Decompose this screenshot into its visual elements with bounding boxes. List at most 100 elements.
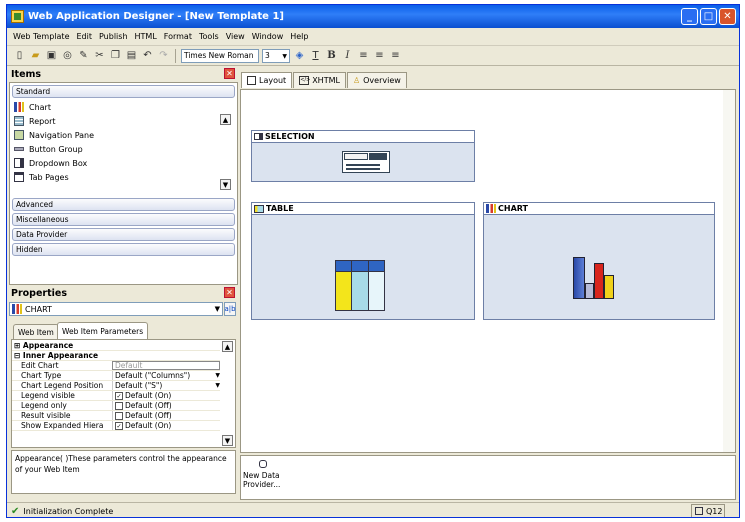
tab-pages-icon	[14, 172, 24, 182]
group-data-provider[interactable]: Data Provider	[12, 228, 235, 241]
table-widget[interactable]: TABLE	[251, 202, 475, 320]
chart-preview-icon	[569, 253, 619, 303]
open-icon[interactable]: ▰	[29, 49, 42, 62]
table-widget-label: TABLE	[266, 204, 294, 213]
tab-web-item-parameters[interactable]: Web Item Parameters	[57, 322, 149, 339]
chart-type-select[interactable]: Default ("Columns") ▼	[112, 371, 220, 380]
tab-layout[interactable]: Layout	[241, 72, 293, 88]
item-tab-pages[interactable]: Tab Pages	[14, 170, 69, 184]
edit-chart-field[interactable]: Default	[112, 361, 220, 370]
param-key: Chart Legend Position	[21, 381, 104, 390]
tab-overview[interactable]: ♙ Overview	[346, 72, 407, 88]
tab-xhtml[interactable]: </> XHTML	[293, 72, 346, 88]
overview-icon: ♙	[352, 76, 361, 85]
group-hidden-label: Hidden	[16, 245, 43, 254]
tools-icon[interactable]: ✎	[77, 49, 90, 62]
layout-canvas[interactable]: SELECTION TABLE CHART	[240, 89, 736, 453]
item-report[interactable]: Report	[14, 114, 56, 128]
section-inner-appearance-label: ⊟ Inner Appearance	[14, 351, 99, 360]
publish-icon[interactable]: ◎	[61, 49, 74, 62]
menu-view[interactable]: View	[226, 32, 245, 41]
dropdown-box-icon	[14, 158, 24, 168]
data-provider-icon	[259, 460, 267, 468]
legend-only-checkbox[interactable]	[115, 401, 123, 410]
font-size-value: 3	[265, 51, 270, 60]
legend-visible-checkbox[interactable]: ✓	[115, 391, 123, 400]
section-appearance-text: Appearance	[22, 341, 74, 350]
close-icon[interactable]: ✕	[224, 68, 235, 79]
tab-web-item[interactable]: Web Item	[13, 324, 59, 339]
result-visible-checkbox[interactable]	[115, 411, 123, 420]
item-button-group-label: Button Group	[29, 144, 83, 154]
menu-tools[interactable]: Tools	[199, 32, 219, 41]
item-navigation-pane-label: Navigation Pane	[29, 130, 95, 140]
table-widget-header: TABLE	[252, 203, 474, 215]
param-value: Default ("Columns")	[115, 371, 191, 380]
item-button-group[interactable]: Button Group	[14, 142, 83, 156]
menu-format[interactable]: Format	[164, 32, 192, 41]
param-value: Default ("S")	[115, 381, 163, 390]
item-select[interactable]: CHART ▼	[9, 302, 223, 316]
item-chart-label: Chart	[29, 102, 51, 112]
minimize-button[interactable]: _	[681, 8, 698, 25]
data-provider-area: New Data Provider...	[240, 455, 736, 500]
menu-edit[interactable]: Edit	[77, 32, 93, 41]
rename-icon[interactable]: a|b	[224, 302, 236, 316]
new-icon[interactable]: ▯	[13, 49, 26, 62]
group-miscellaneous[interactable]: Miscellaneous	[12, 213, 235, 226]
menu-help[interactable]: Help	[290, 32, 308, 41]
redo-icon[interactable]: ↷	[157, 49, 170, 62]
save-icon[interactable]: ▣	[45, 49, 58, 62]
paste-icon[interactable]: ▤	[125, 49, 138, 62]
chart-icon	[12, 304, 22, 314]
align-center-icon[interactable]: ≡	[373, 49, 386, 62]
copy-icon[interactable]: ❐	[109, 49, 122, 62]
close-button[interactable]: ✕	[719, 8, 736, 25]
section-inner-appearance[interactable]: ⊟ Inner Appearance	[12, 351, 220, 361]
system-label: Q12	[706, 506, 723, 516]
align-right-icon[interactable]: ≡	[389, 49, 402, 62]
font-select[interactable]: Times New Roman	[181, 48, 259, 63]
button-group-icon	[14, 147, 24, 151]
selection-widget[interactable]: SELECTION	[251, 130, 475, 182]
close-icon[interactable]: ✕	[224, 287, 235, 298]
items-header: Items ✕	[9, 67, 238, 81]
legend-position-select[interactable]: Default ("S") ▼	[112, 381, 220, 390]
show-expanded-checkbox[interactable]: ✓	[115, 421, 123, 430]
chart-widget[interactable]: CHART	[483, 202, 715, 320]
system-indicator: Q12	[691, 504, 725, 517]
undo-icon[interactable]: ↶	[141, 49, 154, 62]
cut-icon[interactable]: ✂	[93, 49, 106, 62]
new-data-provider-button[interactable]: New Data Provider...	[243, 460, 289, 489]
font-color-icon[interactable]: T	[309, 49, 322, 62]
italic-button[interactable]: I	[341, 49, 354, 62]
table-icon	[254, 204, 264, 213]
scroll-down-icon[interactable]: ▼	[220, 179, 231, 190]
item-dropdown-box[interactable]: Dropdown Box	[14, 156, 87, 170]
section-appearance-label: ⊞ Appearance	[14, 341, 74, 350]
menu-window[interactable]: Window	[252, 32, 284, 41]
group-hidden[interactable]: Hidden	[12, 243, 235, 256]
chart-icon	[486, 204, 496, 213]
bold-button[interactable]: B	[325, 49, 338, 62]
menu-html[interactable]: HTML	[135, 32, 157, 41]
scroll-up-icon[interactable]: ▲	[222, 341, 233, 352]
group-standard-label: Standard	[16, 87, 51, 96]
maximize-button[interactable]: □	[700, 8, 717, 25]
font-size-select[interactable]: 3 ▼	[262, 48, 290, 63]
item-chart[interactable]: Chart	[14, 100, 51, 114]
group-advanced[interactable]: Advanced	[12, 198, 235, 211]
section-appearance[interactable]: ⊞ Appearance	[12, 341, 220, 351]
menu-web-template[interactable]: Web Template	[13, 32, 70, 41]
param-value: Default (Off)	[125, 411, 172, 420]
highlight-color-icon[interactable]: ◈	[293, 49, 306, 62]
item-navigation-pane[interactable]: Navigation Pane	[14, 128, 94, 142]
group-standard[interactable]: Standard	[12, 85, 235, 98]
vertical-scrollbar[interactable]	[723, 90, 735, 452]
scroll-down-icon[interactable]: ▼	[222, 435, 233, 446]
align-left-icon[interactable]: ≡	[357, 49, 370, 62]
menu-publish[interactable]: Publish	[99, 32, 128, 41]
toolbar-separator	[175, 48, 176, 63]
title-bar: Web Application Designer - [New Template…	[7, 5, 739, 28]
scroll-up-icon[interactable]: ▲	[220, 114, 231, 125]
